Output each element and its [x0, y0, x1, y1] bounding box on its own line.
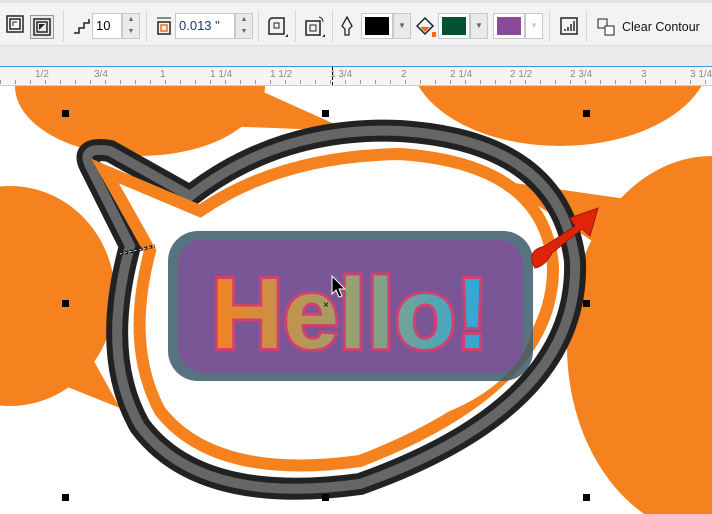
- horizontal-ruler[interactable]: 1/2 3/4 1 1 1/4 1 1/2 1 3/4 2 2 1/4 2 1/…: [0, 66, 712, 86]
- outline-color-swatch[interactable]: [361, 13, 393, 39]
- selection-handle[interactable]: [62, 110, 69, 117]
- steps-icon: [72, 16, 92, 36]
- offset-input[interactable]: 0.013 ": [175, 13, 235, 39]
- hello-text-contour: Hello!: [168, 231, 533, 381]
- property-bar: 10 ▲ ▼ 0.013 " ▲ ▼ ▼ ▼ ▼ Clear Contour: [0, 0, 712, 46]
- fill-bucket-icon: [416, 16, 436, 38]
- selection-handle[interactable]: [322, 110, 329, 117]
- clear-contour-button[interactable]: Clear Contour: [622, 17, 700, 37]
- ruler-label: 2 1/4: [450, 69, 473, 80]
- ruler-label: 1: [160, 69, 166, 80]
- selection-handle[interactable]: [583, 110, 590, 117]
- steps-input[interactable]: 10: [92, 13, 122, 39]
- drawing-canvas[interactable]: Hello! ×: [0, 86, 712, 514]
- ruler-label: 1/2: [35, 69, 49, 80]
- fill-color-swatch[interactable]: [438, 13, 470, 39]
- selection-handle[interactable]: [583, 300, 590, 307]
- toolbar-strip: [0, 46, 712, 66]
- fill-end-color: [497, 17, 521, 35]
- selection-handle[interactable]: [583, 494, 590, 501]
- inside-contour-icon[interactable]: [5, 12, 25, 36]
- ruler-label: 1 1/2: [270, 69, 293, 80]
- offset-spinner[interactable]: ▲ ▼: [235, 13, 253, 39]
- fill-color: [442, 17, 466, 35]
- ruler-label: 3: [641, 69, 647, 80]
- ruler-label: 2 1/2: [510, 69, 533, 80]
- outside-contour-icon[interactable]: [30, 15, 54, 39]
- hello-text: Hello!: [211, 258, 489, 370]
- object-acceleration-icon[interactable]: [558, 15, 580, 37]
- ruler-label: 1 3/4: [330, 69, 353, 80]
- selection-handle[interactable]: [62, 300, 69, 307]
- outline-pen-icon: [340, 16, 354, 36]
- fill-end-color-dropdown: ▼: [525, 13, 543, 39]
- outline-color-dropdown[interactable]: ▼: [393, 13, 411, 39]
- acceleration-icon[interactable]: [303, 15, 327, 39]
- ruler-label: 3/4: [94, 69, 108, 80]
- ruler-label: 2: [401, 69, 407, 80]
- ruler-label: 1 1/4: [210, 69, 233, 80]
- outline-color: [365, 17, 389, 35]
- selection-handle[interactable]: [322, 494, 329, 501]
- selection-handle[interactable]: [62, 494, 69, 501]
- offset-icon: [155, 15, 173, 37]
- fill-end-color-swatch[interactable]: [493, 13, 525, 39]
- ruler-label: 2 3/4: [570, 69, 593, 80]
- center-marker: ×: [323, 300, 329, 311]
- contour-corners-icon[interactable]: [266, 15, 290, 39]
- steps-spinner[interactable]: ▲ ▼: [122, 13, 140, 39]
- ruler-label: 3 1/4: [690, 69, 712, 80]
- fill-color-dropdown[interactable]: ▼: [470, 13, 488, 39]
- clear-contour-icon[interactable]: [596, 16, 616, 38]
